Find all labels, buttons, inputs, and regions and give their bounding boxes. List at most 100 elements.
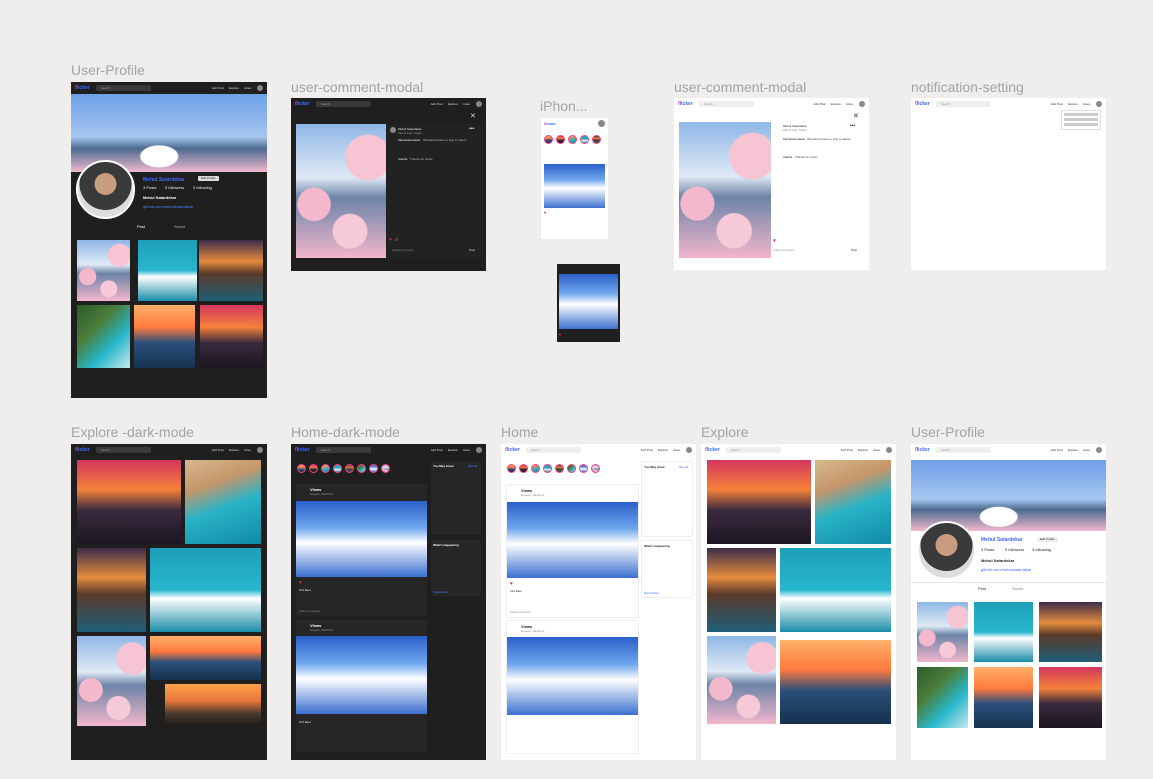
nav-add-post[interactable]: Add Post [431, 448, 443, 452]
heart-icon[interactable]: ♥ [559, 332, 561, 337]
search-input[interactable]: Search [315, 447, 371, 453]
post-image[interactable] [507, 502, 638, 578]
nav-explore[interactable]: Explore [658, 448, 668, 452]
post-image[interactable] [296, 501, 427, 577]
tab-post[interactable]: Post [137, 224, 145, 229]
heart-icon[interactable]: ♥ [544, 210, 546, 215]
profile-link[interactable]: github.com/mehulsatardekar [981, 567, 1031, 572]
nav-add-post[interactable]: Add Post [841, 448, 853, 452]
explore-tile[interactable] [77, 460, 181, 544]
tab-saved[interactable]: Saved [174, 224, 185, 229]
profile-followers-count[interactable]: 5 followers [1005, 547, 1024, 552]
more-icon[interactable]: ••• [850, 123, 855, 129]
story-avatar[interactable] [568, 135, 577, 144]
dropdown-item[interactable] [1064, 123, 1098, 126]
explore-tile[interactable] [780, 548, 891, 632]
heart-icon[interactable]: ♥ [773, 238, 776, 244]
post-thumb[interactable] [974, 667, 1033, 728]
comment-user[interactable]: Mehulsatardekar [398, 138, 420, 142]
nav-likes[interactable]: Likes [1083, 102, 1090, 106]
nav-add-post[interactable]: Add Post [641, 448, 653, 452]
explore-tile[interactable] [707, 460, 811, 544]
profile-link[interactable]: github.com/mehulsatardekar [143, 204, 193, 209]
story-avatar[interactable] [543, 464, 552, 473]
nav-explore[interactable]: Explore [448, 448, 458, 452]
story-avatar[interactable] [357, 464, 366, 473]
story-avatar[interactable] [507, 464, 516, 473]
nav-add-post[interactable]: Add Post [1051, 102, 1063, 106]
nav-likes[interactable]: Likes [244, 86, 251, 90]
explore-tile[interactable] [77, 636, 146, 726]
story-avatar[interactable] [592, 135, 601, 144]
nav-avatar[interactable] [476, 447, 482, 453]
search-input[interactable]: Search [725, 447, 781, 453]
dropdown-item[interactable] [1064, 113, 1098, 116]
comment-input[interactable]: Add a comment... [392, 248, 416, 252]
comment-input[interactable]: Add a comment... [299, 609, 323, 613]
story-avatar[interactable] [333, 464, 342, 473]
post-image[interactable] [507, 637, 638, 715]
story-avatar[interactable] [555, 464, 564, 473]
nav-avatar[interactable] [476, 101, 482, 107]
search-input[interactable]: Search [315, 101, 371, 107]
post-thumb[interactable] [917, 667, 968, 728]
post-image[interactable] [559, 274, 618, 329]
heart-icon[interactable]: ♥ [389, 237, 392, 243]
nav-likes[interactable]: Likes [873, 448, 880, 452]
nav-likes[interactable]: Likes [463, 448, 470, 452]
nav-avatar[interactable] [1096, 101, 1102, 107]
post-thumb[interactable] [200, 305, 263, 368]
heart-icon[interactable]: ♥ [299, 580, 302, 586]
see-all-link[interactable]: See All [679, 465, 688, 469]
nav-likes[interactable]: Likes [1083, 448, 1090, 452]
app-logo[interactable]: flicker [295, 447, 310, 453]
explore-tile[interactable] [165, 684, 261, 726]
close-icon[interactable]: ✕ [853, 112, 859, 120]
nav-add-post[interactable]: Add Post [212, 86, 224, 90]
profile-followers-count[interactable]: 5 followers [165, 185, 184, 190]
comment-input[interactable]: Add a comment... [510, 610, 534, 614]
more-icon[interactable]: ••• [469, 126, 474, 132]
nav-avatar[interactable] [257, 85, 263, 91]
search-input[interactable]: Search [698, 101, 754, 107]
app-logo[interactable]: flicker [295, 101, 310, 107]
dropdown-item[interactable] [1064, 118, 1098, 121]
comment-user[interactable]: Mehulsatardekar [783, 137, 805, 141]
post-thumb[interactable] [1039, 602, 1102, 662]
story-avatar[interactable] [297, 464, 306, 473]
profile-following-count[interactable]: 3 following [1032, 547, 1051, 552]
nav-avatar[interactable] [886, 447, 892, 453]
search-input[interactable]: Search [95, 447, 151, 453]
nav-avatar[interactable] [598, 120, 605, 127]
heart-icon[interactable]: ♥ [510, 581, 513, 587]
explore-tile[interactable] [815, 460, 891, 544]
app-logo[interactable]: flicker [915, 447, 930, 453]
profile-following-count[interactable]: 3 following [193, 185, 212, 190]
search-input[interactable]: Search [95, 85, 151, 91]
post-thumb[interactable] [138, 240, 197, 301]
post-thumb[interactable] [199, 240, 263, 301]
reply-user[interactable]: Aastha [783, 155, 792, 159]
explore-tile[interactable] [707, 636, 776, 724]
post-thumb[interactable] [1039, 667, 1102, 728]
app-logo[interactable]: flicker [915, 101, 930, 107]
post-thumb[interactable] [77, 305, 130, 368]
nav-explore[interactable]: Explore [858, 448, 868, 452]
edit-profile-button[interactable]: Edit Profile [198, 176, 219, 181]
explore-tile[interactable] [707, 548, 776, 632]
explore-tile[interactable] [150, 548, 261, 632]
story-avatar[interactable] [544, 135, 553, 144]
nav-likes[interactable]: Likes [463, 102, 470, 106]
nav-explore[interactable]: Explore [1068, 448, 1078, 452]
see-all-link[interactable]: See All [468, 464, 477, 468]
explore-tile[interactable] [150, 636, 261, 680]
nav-avatar[interactable] [686, 447, 692, 453]
nav-avatar[interactable] [1096, 447, 1102, 453]
comment-icon[interactable]: ○ [395, 237, 398, 243]
story-avatar[interactable] [309, 464, 318, 473]
story-avatar[interactable] [381, 464, 390, 473]
nav-add-post[interactable]: Add Post [1051, 448, 1063, 452]
post-thumb[interactable] [917, 602, 968, 662]
nav-likes[interactable]: Likes [244, 448, 251, 452]
nav-explore[interactable]: Explore [229, 86, 239, 90]
